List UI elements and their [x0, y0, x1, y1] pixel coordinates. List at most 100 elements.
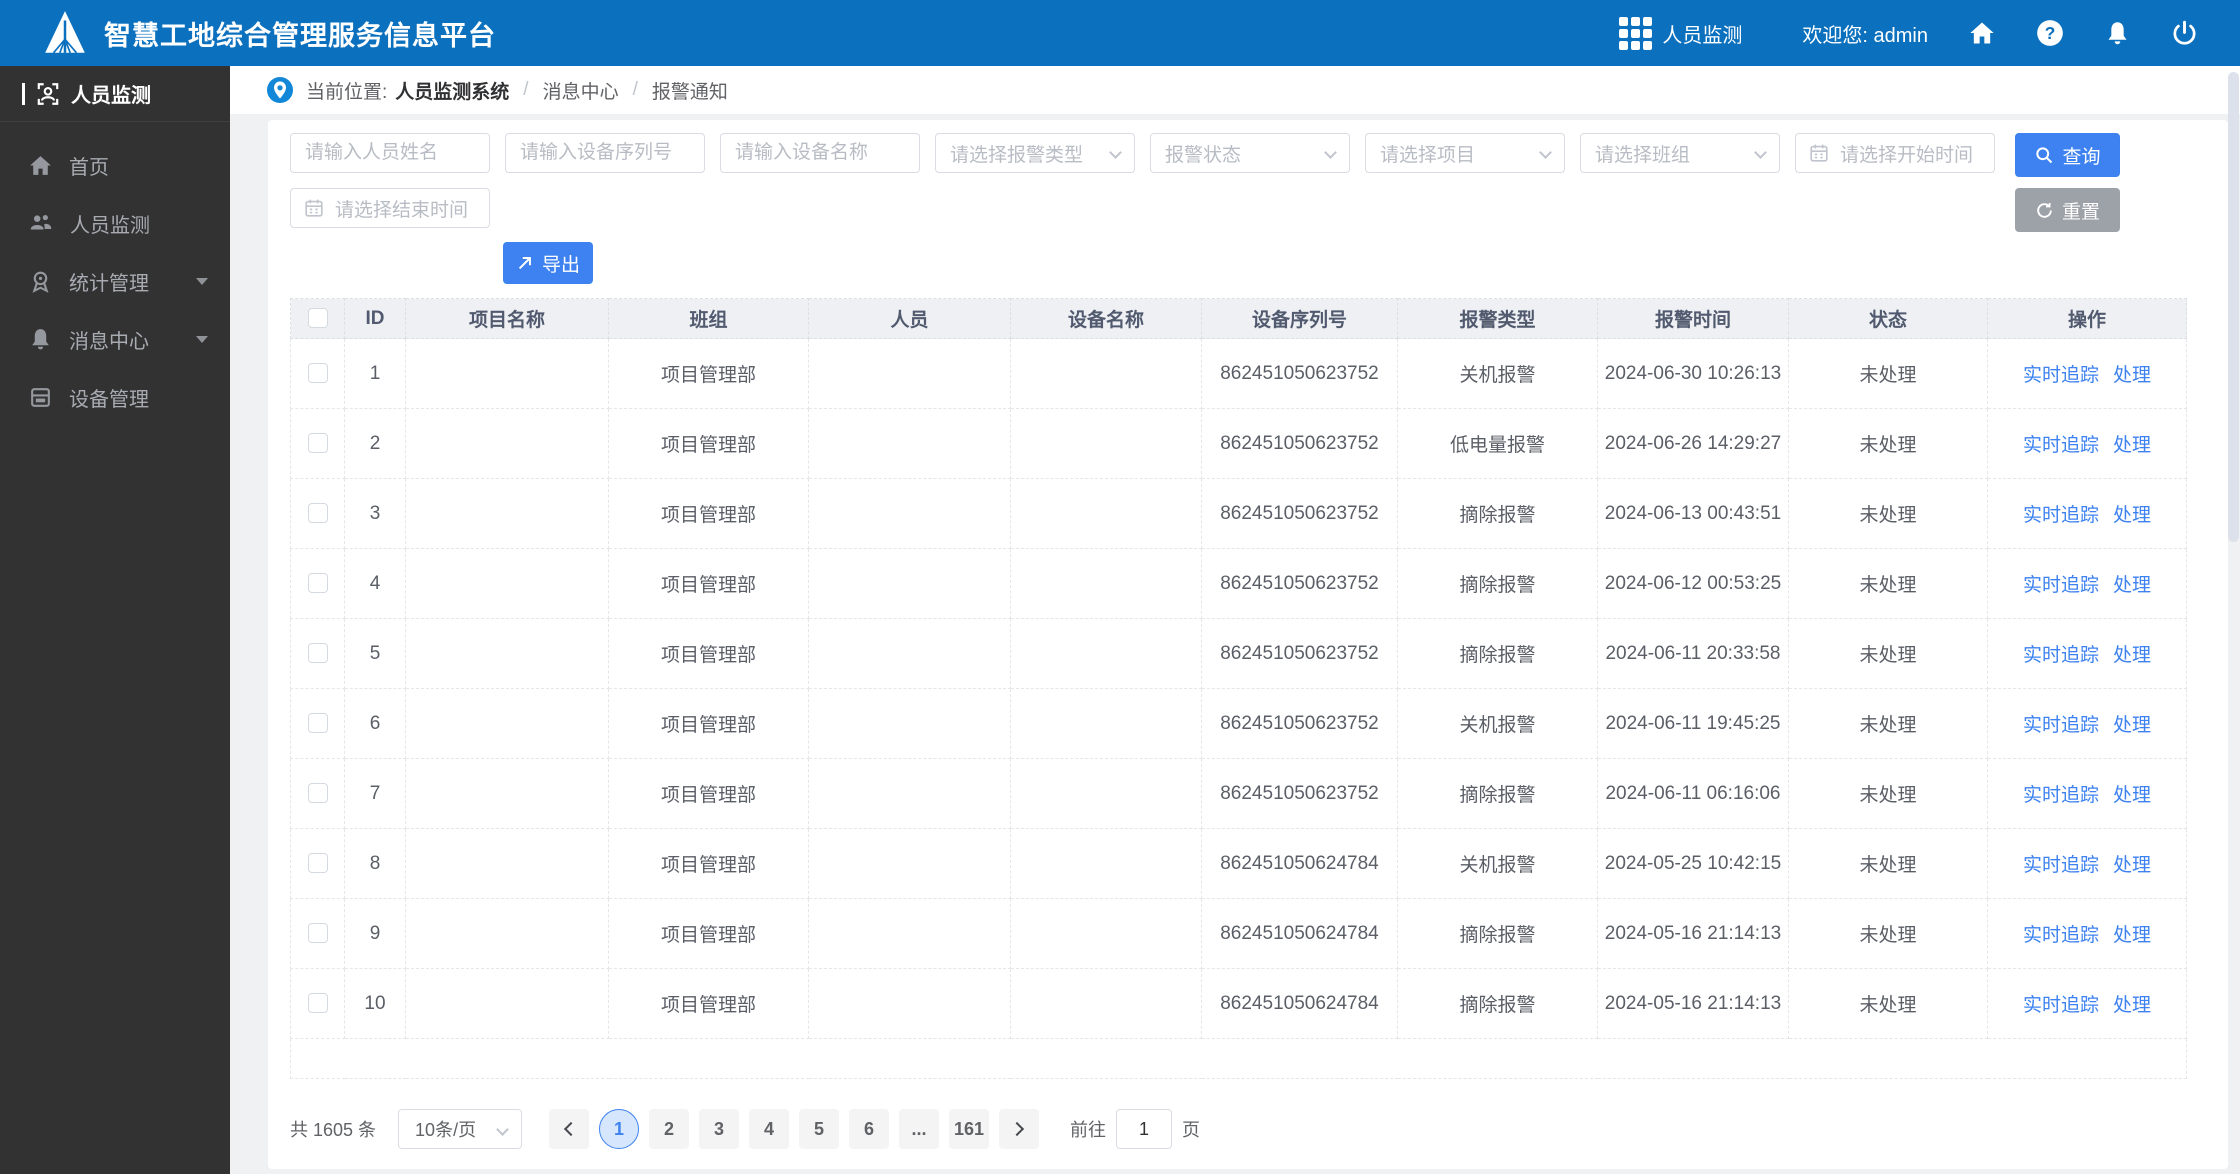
- realtime-track-link[interactable]: 实时追踪: [2023, 575, 2099, 596]
- realtime-track-link[interactable]: 实时追踪: [2023, 995, 2099, 1016]
- handle-link[interactable]: 处理: [2113, 365, 2151, 386]
- realtime-track-link[interactable]: 实时追踪: [2023, 645, 2099, 666]
- grid-icon: [1619, 16, 1653, 50]
- row-checkbox[interactable]: [307, 993, 328, 1014]
- calendar-icon: [305, 199, 323, 217]
- chevron-down-icon: [1754, 146, 1767, 159]
- breadcrumb-item-alarm-notice[interactable]: 报警通知: [652, 77, 728, 104]
- handle-link[interactable]: 处理: [2113, 645, 2151, 666]
- cell-serial: 862451050623752: [1201, 548, 1398, 619]
- start-time-picker[interactable]: 请选择开始时间: [1795, 133, 1995, 173]
- realtime-track-link[interactable]: 实时追踪: [2023, 435, 2099, 456]
- person-monitor-icon: [37, 82, 59, 105]
- sidebar-header-accent: [22, 82, 25, 105]
- sidebar-item-person-monitor[interactable]: 人员监测: [0, 194, 230, 252]
- sidebar-item-label: 首页: [69, 156, 109, 179]
- alarm-status-select[interactable]: 报警状态: [1150, 133, 1350, 173]
- sidebar-item-device-management[interactable]: 设备管理: [0, 368, 230, 426]
- alarm-type-select[interactable]: 请选择报警类型: [935, 133, 1135, 173]
- app-switcher-label: 人员监测: [1662, 24, 1743, 47]
- prev-page-button[interactable]: [549, 1109, 590, 1149]
- chevron-down-icon: [196, 277, 208, 285]
- sidebar-menu: 首页 人员监测 统计管理 消息中心 设备管理: [0, 136, 230, 426]
- scrollbar-thumb[interactable]: [2228, 72, 2239, 542]
- realtime-track-link[interactable]: 实时追踪: [2023, 785, 2099, 806]
- cell-person: [808, 898, 1011, 969]
- page-button-1[interactable]: 1: [599, 1109, 640, 1149]
- realtime-track-link[interactable]: 实时追踪: [2023, 855, 2099, 876]
- handle-link[interactable]: 处理: [2113, 715, 2151, 736]
- cell-alarm-type: 摘除报警: [1397, 618, 1598, 689]
- row-checkbox[interactable]: [307, 643, 328, 664]
- breadcrumb-item-message-center[interactable]: 消息中心: [543, 77, 619, 104]
- next-page-button[interactable]: [999, 1109, 1040, 1149]
- page-button-6[interactable]: 6: [849, 1109, 890, 1149]
- row-checkbox[interactable]: [307, 783, 328, 804]
- row-checkbox[interactable]: [307, 713, 328, 734]
- handle-link[interactable]: 处理: [2113, 575, 2151, 596]
- alarm-status-placeholder: 报警状态: [1165, 144, 1242, 166]
- realtime-track-link[interactable]: 实时追踪: [2023, 715, 2099, 736]
- cell-project: [405, 688, 609, 759]
- handle-link[interactable]: 处理: [2113, 505, 2151, 526]
- page-button-4[interactable]: 4: [749, 1109, 790, 1149]
- row-checkbox[interactable]: [307, 503, 328, 524]
- handle-link[interactable]: 处理: [2113, 435, 2151, 456]
- person-name-input[interactable]: [290, 133, 490, 173]
- handle-link[interactable]: 处理: [2113, 785, 2151, 806]
- column-header-person: 人员: [808, 298, 1011, 339]
- search-button[interactable]: 查询: [2015, 133, 2120, 177]
- team-placeholder: 请选择班组: [1595, 144, 1691, 166]
- realtime-track-link[interactable]: 实时追踪: [2023, 505, 2099, 526]
- breadcrumb-item-system[interactable]: 人员监测系统: [395, 77, 509, 104]
- row-checkbox[interactable]: [307, 923, 328, 944]
- sidebar-item-statistics[interactable]: 统计管理: [0, 252, 230, 310]
- handle-link[interactable]: 处理: [2113, 925, 2151, 946]
- username: admin: [1873, 24, 1928, 47]
- home-button[interactable]: [1968, 19, 1996, 47]
- select-all-checkbox[interactable]: [307, 308, 328, 329]
- cell-serial: 862451050623752: [1201, 758, 1398, 829]
- reset-button[interactable]: 重置: [2015, 188, 2120, 232]
- more-pages-button[interactable]: ...: [899, 1109, 940, 1149]
- cell-status: 未处理: [1788, 968, 1988, 1039]
- table-row: 2 项目管理部 862451050623752 低电量报警 2024-06-26 14:…: [290, 408, 2187, 479]
- handle-link[interactable]: 处理: [2113, 855, 2151, 876]
- row-checkbox[interactable]: [307, 363, 328, 384]
- cell-person: [808, 828, 1011, 899]
- realtime-track-link[interactable]: 实时追踪: [2023, 925, 2099, 946]
- sidebar-item-label: 统计管理: [69, 272, 149, 295]
- goto-page-label: 前往: [1070, 1120, 1107, 1140]
- page-size-select[interactable]: 10条/页: [398, 1109, 523, 1149]
- export-button[interactable]: 导出: [503, 242, 593, 284]
- scrollbar-track[interactable]: [2227, 66, 2240, 1174]
- project-select[interactable]: 请选择项目: [1365, 133, 1565, 173]
- goto-page-input[interactable]: [1116, 1109, 1173, 1149]
- cell-person: [808, 408, 1011, 479]
- sidebar-item-message-center[interactable]: 消息中心: [0, 310, 230, 368]
- cell-id: 1: [344, 338, 406, 409]
- realtime-track-link[interactable]: 实时追踪: [2023, 365, 2099, 386]
- page-size-value: 10条/页: [415, 1120, 477, 1140]
- device-serial-input[interactable]: [505, 133, 705, 173]
- cell-status: 未处理: [1788, 548, 1988, 619]
- logout-button[interactable]: [2171, 20, 2198, 47]
- row-checkbox[interactable]: [307, 433, 328, 454]
- page-button-3[interactable]: 3: [699, 1109, 740, 1149]
- row-checkbox[interactable]: [307, 573, 328, 594]
- app-switcher[interactable]: 人员监测: [1619, 16, 1743, 50]
- help-button[interactable]: ?: [2036, 19, 2064, 47]
- device-name-input[interactable]: [720, 133, 920, 173]
- cell-status: 未处理: [1788, 478, 1988, 549]
- end-time-picker[interactable]: 请选择结束时间: [290, 188, 490, 228]
- row-checkbox[interactable]: [307, 853, 328, 874]
- sidebar-item-home[interactable]: 首页: [0, 136, 230, 194]
- page-button-161[interactable]: 161: [949, 1109, 990, 1149]
- cell-alarm-time: 2024-05-16 21:14:13: [1597, 968, 1789, 1039]
- page-button-2[interactable]: 2: [649, 1109, 690, 1149]
- notification-button[interactable]: [2104, 20, 2131, 47]
- handle-link[interactable]: 处理: [2113, 995, 2151, 1016]
- team-select[interactable]: 请选择班组: [1580, 133, 1780, 173]
- cell-alarm-time: 2024-06-26 14:29:27: [1597, 408, 1789, 479]
- page-button-5[interactable]: 5: [799, 1109, 840, 1149]
